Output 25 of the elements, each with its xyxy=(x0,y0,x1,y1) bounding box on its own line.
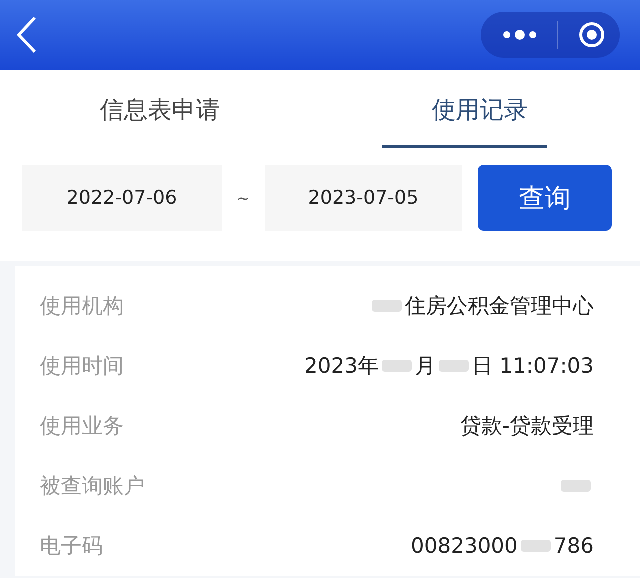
redaction-mark xyxy=(439,360,469,372)
field-value: 月 xyxy=(415,353,436,380)
field-value: 00823000 xyxy=(411,534,518,558)
redaction-mark xyxy=(382,360,412,372)
redaction-mark xyxy=(561,480,591,492)
field-value: 住房公积金管理中心 xyxy=(405,293,594,320)
query-button[interactable]: 查询 xyxy=(478,165,612,231)
redaction-mark xyxy=(520,540,551,552)
field-label: 电子码 xyxy=(40,533,103,560)
field-label: 被查询账户 xyxy=(40,473,145,500)
field-label: 使用时间 xyxy=(40,353,124,380)
field-label: 使用业务 xyxy=(40,413,124,440)
more-icon[interactable] xyxy=(503,29,537,41)
start-date-field[interactable]: 2022-07-06 xyxy=(22,165,222,231)
field-label: 使用机构 xyxy=(40,293,124,320)
end-date-field[interactable]: 2023-07-05 xyxy=(265,165,462,231)
redaction-mark xyxy=(372,300,402,312)
tab[interactable]: 信息表申请 xyxy=(0,70,320,150)
field-value: 2023年 xyxy=(304,353,379,380)
field-value: 786 xyxy=(554,534,594,558)
range-separator: ~ xyxy=(236,188,252,208)
field-value: 贷款-贷款受理 xyxy=(460,413,594,440)
field-value: 日 11:07:03 xyxy=(472,353,594,380)
back-icon[interactable] xyxy=(16,16,38,54)
tab[interactable]: 使用记录 xyxy=(320,70,640,150)
